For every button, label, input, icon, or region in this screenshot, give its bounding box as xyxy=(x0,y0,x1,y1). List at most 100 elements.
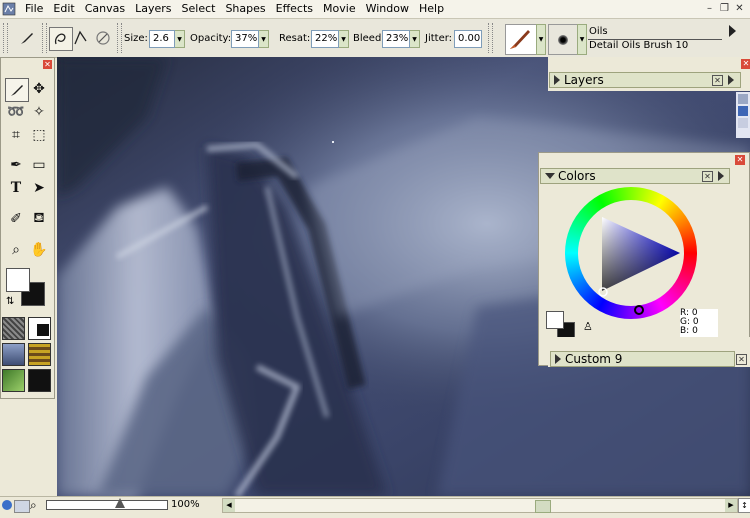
scroll-right-icon[interactable]: ▶ xyxy=(725,499,737,512)
stroke-attributes-icon[interactable] xyxy=(92,27,114,49)
brush-variant-selector[interactable] xyxy=(548,24,578,55)
text-icon[interactable]: T xyxy=(5,177,27,199)
expand-custom-icon[interactable] xyxy=(555,353,561,364)
dropper-icon[interactable]: ✐ xyxy=(5,208,27,230)
resat-value[interactable]: 22% xyxy=(311,30,339,48)
layers-minimize-icon[interactable]: ✕ xyxy=(712,75,723,86)
toolbar-grip-3 xyxy=(117,23,122,53)
resat-dropdown-icon[interactable]: ▼ xyxy=(339,30,349,48)
clone-color-icon[interactable]: ♙ xyxy=(583,320,593,333)
layers-panel-header[interactable]: Layers ✕ xyxy=(549,72,741,88)
side-dock xyxy=(736,92,750,138)
swap-colors-icon[interactable]: ⇅ xyxy=(6,296,14,307)
size-value[interactable]: 2.6 xyxy=(149,30,175,48)
brush-category-dropdown-icon[interactable]: ▼ xyxy=(536,24,546,55)
property-bar: Size: 2.6 ▼ Opacity: 37% ▼ Resat: 22% ▼ … xyxy=(0,19,750,58)
layers-menu-icon[interactable] xyxy=(728,75,734,85)
zoom-level: 100% xyxy=(171,499,200,510)
menu-file[interactable]: File xyxy=(20,0,48,18)
toolbox-close-icon[interactable]: ✕ xyxy=(43,60,52,69)
nozzle-library-icon[interactable] xyxy=(2,369,25,392)
expand-layers-icon[interactable] xyxy=(554,74,560,85)
bleed-dropdown-icon[interactable]: ▼ xyxy=(410,30,420,48)
menu-shapes[interactable]: Shapes xyxy=(220,0,270,18)
brush-variant-dropdown-icon[interactable]: ▼ xyxy=(577,24,587,55)
opacity-dropdown-icon[interactable]: ▼ xyxy=(259,30,269,48)
brush-category-name: Oils xyxy=(589,26,608,37)
view-mode-icon[interactable] xyxy=(14,500,30,513)
app-icon xyxy=(2,2,16,16)
brush-selector-menu-icon[interactable] xyxy=(729,25,736,37)
hue-marker[interactable] xyxy=(634,305,644,315)
opacity-field[interactable]: 37% ▼ xyxy=(231,30,269,48)
paint-bucket-icon[interactable]: ⛾ xyxy=(28,208,50,230)
look-library-icon[interactable] xyxy=(28,369,51,392)
gradient-library-icon[interactable] xyxy=(28,317,51,340)
dock-icon-3[interactable] xyxy=(738,118,748,128)
resize-corner-icon[interactable]: ↕ xyxy=(738,498,750,513)
menu-window[interactable]: Window xyxy=(361,0,414,18)
toolbar-grip[interactable] xyxy=(3,23,8,53)
menu-canvas[interactable]: Canvas xyxy=(80,0,130,18)
shape-selection-icon[interactable]: ➤ xyxy=(28,177,50,199)
jitter-field[interactable]: 0.00 xyxy=(454,30,482,48)
crop-icon[interactable]: ⌗ xyxy=(5,124,27,146)
paper-library-icon[interactable] xyxy=(2,317,25,340)
minimize-icon[interactable]: – xyxy=(703,2,716,15)
rectangle-icon[interactable]: ▭ xyxy=(28,154,50,176)
magic-wand-icon[interactable]: ✧ xyxy=(28,101,50,123)
brush-tool-icon[interactable] xyxy=(5,78,29,102)
colors-panel-title: Colors xyxy=(558,169,596,183)
straight-line-icon[interactable] xyxy=(70,27,92,49)
navigator-icon[interactable] xyxy=(2,500,12,510)
brush-cursor xyxy=(332,141,334,143)
colors-menu-icon[interactable] xyxy=(718,171,724,181)
zoom-slider[interactable] xyxy=(46,498,168,510)
size-field[interactable]: 2.6 ▼ xyxy=(149,30,185,48)
selection-adjuster-icon[interactable]: ⬚ xyxy=(28,124,50,146)
scroll-thumb[interactable] xyxy=(535,500,551,513)
colors-panel-header[interactable]: Colors ✕ xyxy=(540,168,730,184)
menu-layers[interactable]: Layers xyxy=(130,0,176,18)
main-color-swatch[interactable] xyxy=(6,268,30,292)
colors-panel-close-icon[interactable]: ✕ xyxy=(735,155,745,165)
jitter-value[interactable]: 0.00 xyxy=(454,30,482,48)
menu-edit[interactable]: Edit xyxy=(48,0,79,18)
dock-icon-2[interactable] xyxy=(738,106,748,116)
bleed-field[interactable]: 23% ▼ xyxy=(382,30,420,48)
magnifier-icon[interactable]: ⌕ xyxy=(5,239,27,261)
brush-icon[interactable] xyxy=(16,27,38,49)
opacity-value[interactable]: 37% xyxy=(231,30,259,48)
dock-icon-1[interactable] xyxy=(738,94,748,104)
brush-category-selector[interactable] xyxy=(505,24,537,55)
layer-adjuster-icon[interactable]: ✥ xyxy=(28,78,50,100)
menu-effects[interactable]: Effects xyxy=(271,0,318,18)
grabber-icon[interactable]: ✋ xyxy=(28,239,50,261)
color-swatches[interactable]: ⇅ xyxy=(6,268,51,308)
colors-main-swatch[interactable] xyxy=(546,311,564,329)
toolbar-grip-4 xyxy=(488,23,493,53)
colors-minimize-icon[interactable]: ✕ xyxy=(702,171,713,182)
custom-panel-close-icon[interactable]: ✕ xyxy=(736,354,747,365)
scroll-left-icon[interactable]: ◀ xyxy=(223,499,235,512)
weaving-library-icon[interactable] xyxy=(28,343,51,366)
collapse-colors-icon[interactable] xyxy=(545,172,555,179)
bleed-value[interactable]: 23% xyxy=(382,30,410,48)
resat-field[interactable]: 22% ▼ xyxy=(311,30,349,48)
custom-panel-header[interactable]: Custom 9 xyxy=(550,351,735,367)
zoom-slider-thumb[interactable] xyxy=(115,498,125,508)
menu-select[interactable]: Select xyxy=(177,0,221,18)
blue-value: B: 0 xyxy=(680,326,698,336)
menu-movie[interactable]: Movie xyxy=(318,0,361,18)
saturation-value-triangle[interactable] xyxy=(565,187,697,319)
close-icon[interactable]: ✕ xyxy=(733,2,746,15)
menu-help[interactable]: Help xyxy=(414,0,449,18)
restore-icon[interactable]: ❐ xyxy=(718,2,731,15)
layers-panel-close-icon[interactable]: ✕ xyxy=(741,59,750,69)
lasso-icon[interactable]: ➿ xyxy=(5,101,27,123)
pen-icon[interactable]: ✒ xyxy=(5,154,27,176)
zoom-icon[interactable]: ⌕ xyxy=(30,498,37,513)
pattern-library-icon[interactable] xyxy=(2,343,25,366)
size-dropdown-icon[interactable]: ▼ xyxy=(175,30,185,48)
horizontal-scrollbar[interactable]: ◀ ▶ xyxy=(222,498,738,513)
